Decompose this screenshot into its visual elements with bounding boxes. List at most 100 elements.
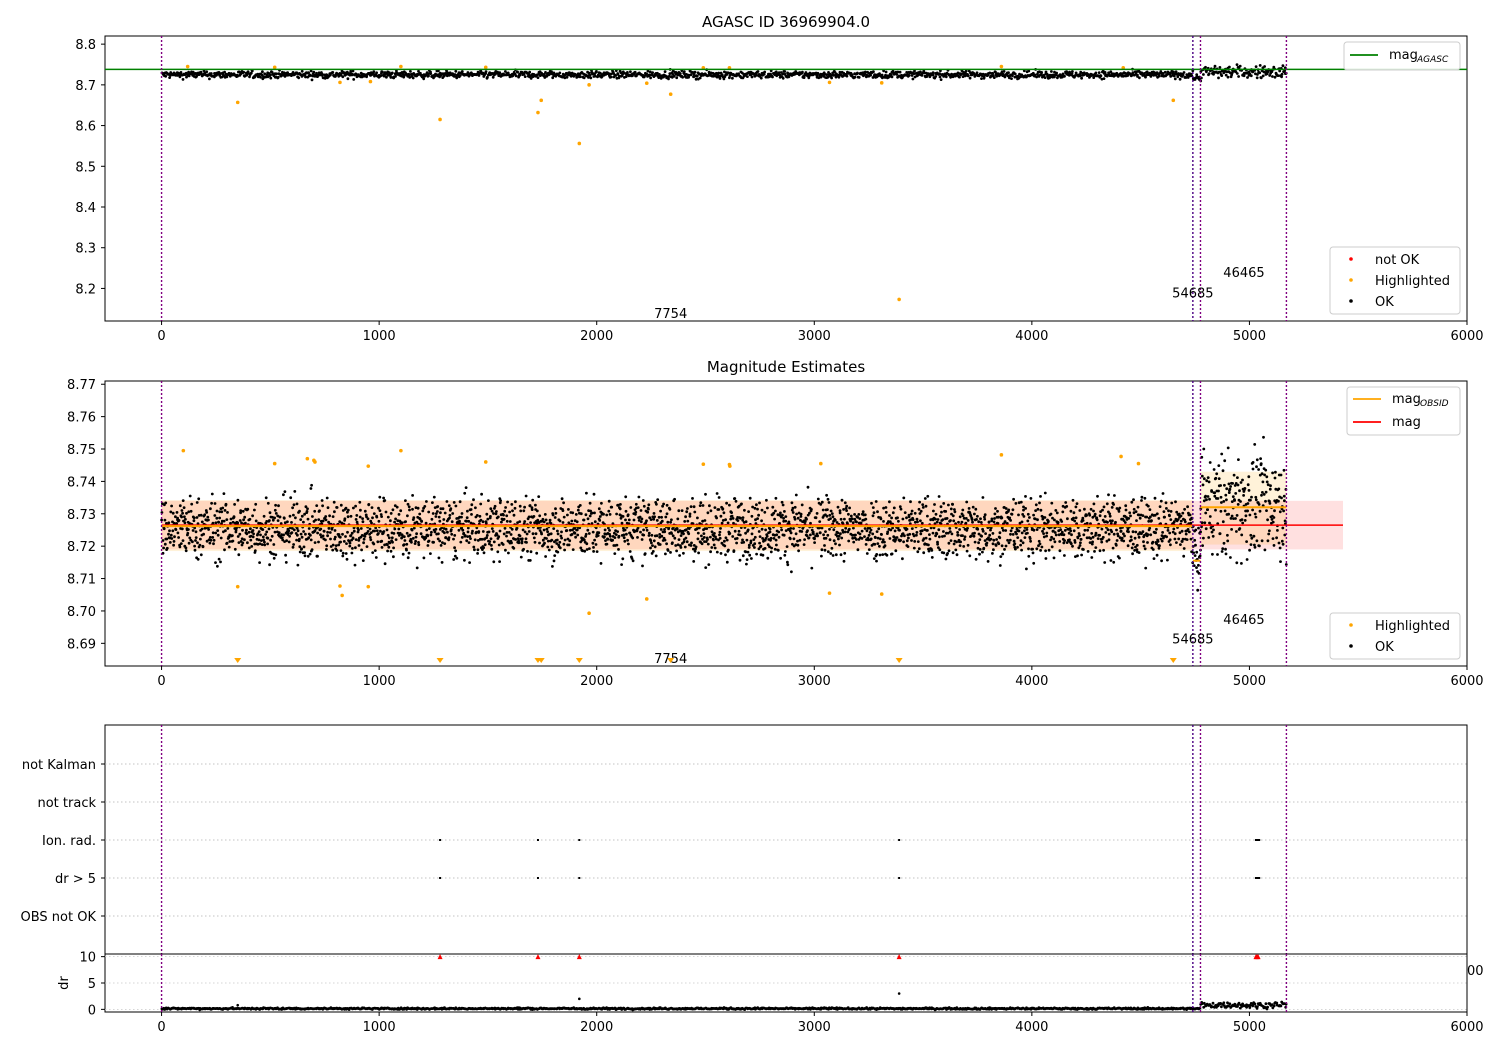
p2-ok-point	[1138, 516, 1142, 520]
p2-ok-point	[1167, 509, 1170, 513]
p1-ok-point	[890, 75, 894, 79]
p1-ok-point	[1235, 72, 1239, 75]
p2-ok-point	[453, 546, 456, 550]
p2-ok-point	[815, 512, 819, 515]
p2-ok-point	[776, 548, 780, 552]
p2-ok-point	[561, 509, 565, 512]
p2-ok-point	[828, 527, 831, 531]
p2-ok-point	[505, 514, 509, 518]
p2-ok-point	[504, 506, 507, 509]
p2-ok-point	[626, 513, 630, 517]
p2-ok-point	[677, 509, 681, 513]
p2-ok-point	[982, 546, 986, 550]
p2-ok-point	[1088, 513, 1092, 517]
p2-ok-point	[997, 542, 1001, 546]
p2-ok-point	[282, 516, 286, 520]
p2-ok-point	[781, 503, 785, 507]
p2-ok-point	[316, 554, 319, 558]
p2-ok-point	[921, 503, 925, 506]
p2-ok-point	[346, 515, 350, 519]
p2-ok-point	[434, 515, 438, 518]
p2-ok-point	[954, 548, 958, 552]
p2-ok-point	[482, 551, 486, 555]
p2-ok-point	[346, 508, 350, 512]
p2-ok-point	[983, 513, 987, 517]
p2-ok-point	[182, 506, 186, 510]
p1-ok-point	[484, 70, 488, 73]
p2-ok-point	[653, 515, 656, 519]
p1-ok-point	[1263, 65, 1266, 68]
p2-ok-point	[981, 496, 985, 499]
p2-ok-point	[1032, 561, 1036, 565]
p2-ok-point	[1020, 531, 1024, 535]
p1-ok-point	[845, 74, 849, 78]
p2-ok-point	[592, 492, 596, 496]
p2-ok-point	[886, 530, 890, 534]
p2-ok-point	[422, 556, 426, 560]
p2-ok-point	[585, 491, 588, 495]
p2-ok-point	[820, 500, 824, 504]
p2-ok-point	[570, 519, 574, 523]
p2-ok-point	[796, 539, 799, 543]
p1-ok-point	[1280, 72, 1284, 76]
p1-ok-point	[536, 76, 540, 79]
p2-ok-point	[172, 540, 176, 543]
p2-ok-point	[1247, 489, 1251, 492]
p2-ok-point	[1153, 496, 1157, 500]
p2-ok-point	[678, 554, 681, 557]
p2-ok-point	[1235, 530, 1238, 533]
p2-ok-point	[519, 509, 523, 513]
p2-ok-point	[1053, 518, 1056, 522]
p2-ok-point	[1240, 562, 1243, 565]
p1-ok-point	[1080, 76, 1083, 80]
p2-ok-point	[1023, 536, 1027, 539]
p2-ok-point	[535, 551, 539, 555]
p2-ok-point	[298, 509, 301, 513]
p2-ok-point	[1211, 552, 1214, 556]
p1-ok-point	[1217, 76, 1220, 80]
p2-ok-point	[287, 540, 291, 544]
p2-ok-point	[928, 537, 932, 541]
p2-ok-point	[1253, 512, 1257, 516]
p2-ok-point	[1260, 472, 1264, 476]
p2-ok-point	[219, 560, 222, 564]
p2-ok-point	[242, 518, 246, 522]
p2-ok-point	[1003, 548, 1006, 551]
p2-ok-point	[448, 513, 452, 517]
p2-ok-point	[1112, 503, 1115, 506]
p2-ok-point	[404, 520, 407, 523]
p2-ok-point	[956, 533, 960, 537]
p2-ok-point	[567, 508, 570, 511]
p2-ok-point	[345, 557, 349, 561]
p2-ok-point	[1092, 509, 1095, 513]
p2-ok-point	[953, 508, 956, 511]
p2-ok-point	[1260, 493, 1263, 497]
p2-ok-point	[1082, 548, 1085, 551]
p2-ok-point	[250, 545, 254, 548]
p2-ok-point	[359, 508, 362, 512]
p2-ok-point	[688, 514, 692, 518]
p2-ok-point	[1183, 507, 1186, 511]
p2-ok-point	[1183, 520, 1187, 524]
p2-ok-point	[321, 519, 325, 523]
p2-ok-point	[241, 528, 244, 532]
p2-ok-point	[268, 519, 271, 522]
p1-legend-label: not OK	[1375, 253, 1420, 268]
p2-ok-point	[402, 535, 406, 539]
p2-ok-point	[642, 504, 646, 508]
p2-ok-point	[502, 517, 506, 521]
p2-ok-point	[641, 564, 644, 568]
p2-ok-point	[951, 514, 955, 518]
p2-ok-point	[1157, 517, 1161, 520]
p2-ok-point	[404, 499, 407, 502]
p2-ok-point	[823, 544, 826, 547]
p2-ok-point	[371, 516, 374, 520]
p2-ok-point	[270, 534, 274, 538]
p2-ytick-label: 8.76	[67, 411, 96, 426]
p2-ok-point	[942, 502, 946, 505]
p2-ok-point	[1254, 495, 1258, 499]
p2-ok-point	[1238, 527, 1242, 530]
p2-ok-point	[934, 512, 938, 516]
p2-ok-point	[704, 566, 708, 569]
p1-ok-point	[1138, 76, 1141, 80]
